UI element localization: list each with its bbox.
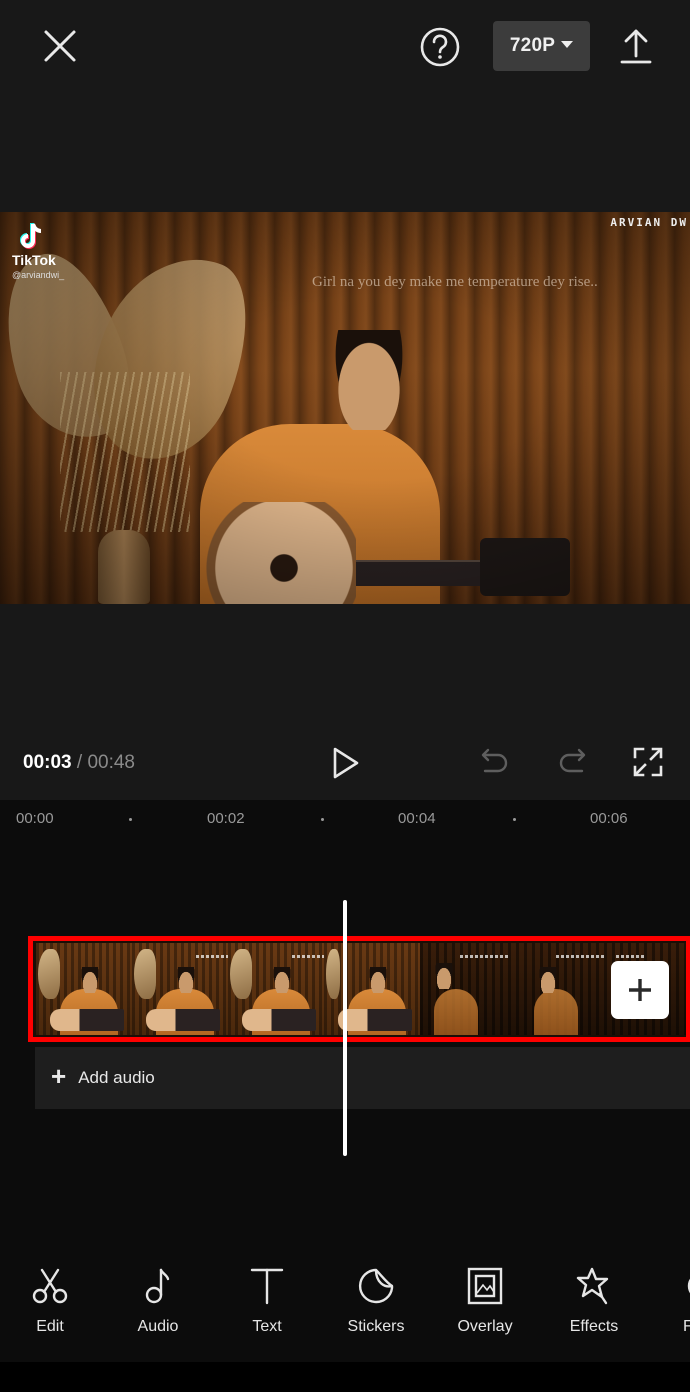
video-clip-track[interactable] — [28, 936, 690, 1042]
export-button[interactable] — [618, 26, 654, 66]
plus-icon — [629, 979, 651, 1001]
caret-down-icon — [561, 40, 574, 48]
time-separator: / — [71, 752, 88, 773]
tool-label: Effects — [569, 1318, 619, 1335]
clip-thumbnail — [228, 943, 324, 1035]
scissors-icon — [32, 1268, 68, 1304]
tiktok-brand-text: TikTok — [12, 252, 56, 268]
playhead[interactable] — [343, 900, 347, 1156]
tiktok-watermark: TikTok @arviandwi_ — [10, 220, 74, 280]
clip-thumbnail — [324, 943, 420, 1035]
resolution-label: 720P — [509, 35, 556, 56]
time-readout: 00:03 / 00:48 — [23, 752, 135, 774]
lyric-caption: Girl na you dey make me temperature dey … — [312, 274, 598, 290]
plus-icon: + — [51, 1061, 67, 1091]
sticker-icon — [359, 1268, 394, 1304]
tool-filters[interactable]: F — [655, 1266, 690, 1346]
ruler-tick-label: 00:00 — [16, 810, 54, 827]
resolution-dropdown[interactable]: 720P — [493, 21, 590, 71]
total-time: 00:48 — [87, 752, 135, 773]
music-note-icon — [145, 1268, 170, 1304]
ruler-dot — [513, 818, 516, 821]
overlay-image-icon — [467, 1267, 503, 1305]
text-icon — [250, 1268, 284, 1305]
clip-thumbnail — [420, 943, 516, 1035]
ruler-tick-label: 00:02 — [207, 810, 245, 827]
tool-stickers[interactable]: Stickers — [328, 1266, 424, 1346]
ruler-tick-label: 00:04 — [398, 810, 436, 827]
creator-watermark: ARVIAN DW — [610, 216, 688, 229]
upload-icon — [620, 29, 652, 64]
fullscreen-button[interactable] — [632, 746, 664, 778]
close-icon — [44, 30, 76, 62]
clip-thumbnail — [36, 943, 132, 1035]
close-button[interactable] — [38, 24, 82, 68]
redo-button[interactable] — [555, 745, 589, 779]
tool-label: Text — [252, 1318, 282, 1335]
ruler-dot — [321, 818, 324, 821]
ruler-dot — [129, 818, 132, 821]
redo-icon — [559, 748, 586, 773]
clip-thumbnail — [132, 943, 228, 1035]
filter-icon — [687, 1278, 690, 1294]
bottom-toolbar: Edit Audio Text Stickers Overlay Effects… — [0, 1244, 690, 1362]
tool-label: Stickers — [347, 1318, 405, 1335]
tool-text[interactable]: Text — [219, 1266, 315, 1346]
system-nav-bar — [0, 1362, 690, 1392]
tiktok-icon — [20, 223, 42, 249]
add-audio-label: Add audio — [78, 1068, 155, 1087]
current-time: 00:03 — [23, 752, 72, 773]
tool-edit[interactable]: Edit — [2, 1266, 98, 1346]
play-button[interactable] — [330, 744, 362, 782]
tool-label: F — [683, 1318, 690, 1335]
clip-thumbnail — [516, 943, 612, 1035]
tool-audio[interactable]: Audio — [110, 1266, 206, 1346]
add-audio-button[interactable]: + Add audio — [35, 1047, 690, 1109]
tool-overlay[interactable]: Overlay — [437, 1266, 533, 1346]
undo-icon — [481, 748, 508, 773]
ruler-tick-label: 00:06 — [590, 810, 628, 827]
tiktok-handle: @arviandwi_ — [12, 270, 65, 280]
fullscreen-icon — [633, 747, 663, 777]
play-icon — [333, 747, 359, 779]
undo-button[interactable] — [478, 745, 512, 779]
tool-label: Edit — [36, 1318, 64, 1335]
help-circle-icon — [420, 27, 460, 67]
video-preview[interactable]: TikTok @arviandwi_ ARVIAN DW Girl na you… — [0, 212, 690, 604]
add-clip-button[interactable] — [611, 961, 669, 1019]
tool-label: Audio — [137, 1318, 179, 1335]
tool-label: Overlay — [457, 1318, 513, 1335]
star-wand-icon — [576, 1267, 609, 1305]
tool-effects[interactable]: Effects — [546, 1266, 642, 1346]
help-button[interactable] — [419, 26, 461, 68]
